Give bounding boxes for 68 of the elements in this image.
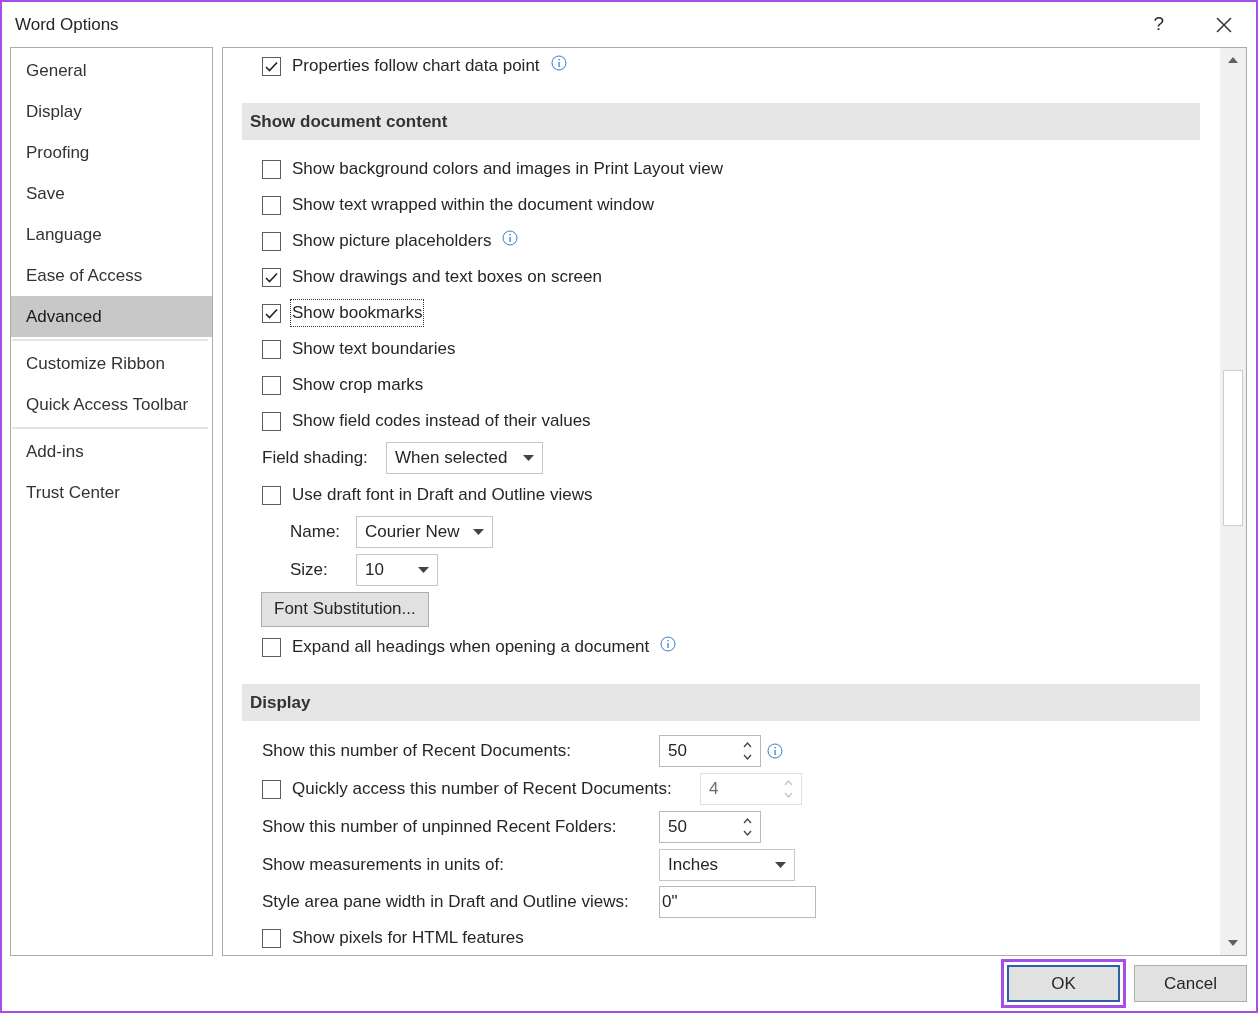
- checkbox[interactable]: [262, 339, 281, 359]
- option-label: Style area pane width in Draft and Outline views:: [262, 891, 630, 914]
- sidebar-item[interactable]: Customize Ribbon: [11, 343, 212, 384]
- option-label: Show field codes instead of their values: [291, 410, 592, 433]
- option-label: Expand all headings when opening a document: [291, 636, 651, 659]
- dropdown[interactable]: 10: [356, 554, 438, 586]
- option-label: Use draft font in Draft and Outline views: [291, 484, 594, 507]
- dropdown[interactable]: Courier New: [356, 516, 494, 548]
- section-header: Display: [242, 684, 1200, 721]
- option-label: Show pixels for HTML features: [291, 927, 525, 950]
- sidebar-item[interactable]: Trust Center: [11, 472, 212, 513]
- number-spinner[interactable]: 50: [659, 811, 761, 843]
- option-label: Show picture placeholders: [291, 230, 493, 253]
- section-header: Show document content: [242, 103, 1200, 140]
- checkbox[interactable]: [262, 195, 281, 215]
- cancel-button[interactable]: Cancel: [1134, 965, 1247, 1002]
- ok-button[interactable]: OK: [1007, 965, 1120, 1002]
- checkbox[interactable]: [262, 303, 281, 323]
- number-spinner[interactable]: 50: [659, 735, 761, 767]
- sidebar-item[interactable]: Proofing: [11, 132, 212, 173]
- sidebar-item[interactable]: Add-ins: [11, 431, 212, 472]
- sidebar-item[interactable]: Advanced: [11, 296, 212, 337]
- option-label: Show this number of Recent Documents:: [262, 740, 572, 763]
- option-label: Quickly access this number of Recent Documents:: [291, 778, 673, 801]
- scrollbar[interactable]: [1220, 48, 1246, 955]
- scroll-up-icon[interactable]: [1228, 57, 1238, 63]
- dropdown[interactable]: Inches: [659, 849, 795, 881]
- text-input-field[interactable]: 0": [659, 886, 816, 918]
- dropdown-arrow-icon: [523, 455, 534, 461]
- scrollbar-thumb[interactable]: [1223, 370, 1243, 526]
- spin-arrows-icon[interactable]: [743, 817, 752, 837]
- close-icon[interactable]: [1216, 16, 1232, 33]
- option-label: Show text wrapped within the document window: [291, 194, 655, 217]
- option-label: Show this number of unpinned Recent Folders:: [262, 816, 618, 839]
- checkbox[interactable]: [262, 485, 281, 505]
- checkbox[interactable]: [262, 159, 281, 179]
- option-label: Show drawings and text boxes on screen: [291, 266, 603, 289]
- sidebar-item[interactable]: General: [11, 50, 212, 91]
- option-label: Show measurements in units of:: [262, 854, 505, 877]
- checkbox[interactable]: [262, 231, 281, 251]
- scroll-down-icon[interactable]: [1228, 940, 1238, 946]
- sidebar-item[interactable]: Quick Access Toolbar: [11, 384, 212, 425]
- option-label: Show background colors and images in Print Layout view: [291, 158, 724, 181]
- dropdown-arrow-icon: [418, 567, 429, 573]
- checkbox[interactable]: [262, 375, 281, 395]
- option-label: Show bookmarks: [291, 300, 424, 326]
- window-title: Word Options: [15, 13, 120, 36]
- option-label: Field shading:: [262, 447, 369, 470]
- checkbox[interactable]: [262, 411, 281, 431]
- sidebar-item[interactable]: Ease of Access: [11, 255, 212, 296]
- help-button[interactable]: ?: [1153, 10, 1164, 39]
- option-label: Show text boundaries: [291, 338, 457, 361]
- sidebar-item[interactable]: Language: [11, 214, 212, 255]
- dropdown-arrow-icon: [473, 529, 485, 535]
- checkbox[interactable]: [262, 928, 281, 948]
- option-label: Show crop marks: [291, 374, 425, 397]
- sidebar-item[interactable]: Save: [11, 173, 212, 214]
- checkbox[interactable]: [262, 56, 281, 76]
- spin-arrows-icon[interactable]: [743, 741, 752, 761]
- font-substitution-button[interactable]: Font Substitution...: [261, 591, 429, 627]
- dropdown[interactable]: When selected: [386, 442, 543, 474]
- checkbox[interactable]: [262, 267, 281, 287]
- option-label: Size:: [290, 559, 329, 582]
- checkbox[interactable]: [262, 637, 281, 657]
- option-label: Properties follow chart data point: [291, 55, 541, 78]
- option-label: Name:: [290, 521, 342, 544]
- dropdown-arrow-icon: [775, 862, 786, 868]
- sidebar-item[interactable]: Display: [11, 91, 212, 132]
